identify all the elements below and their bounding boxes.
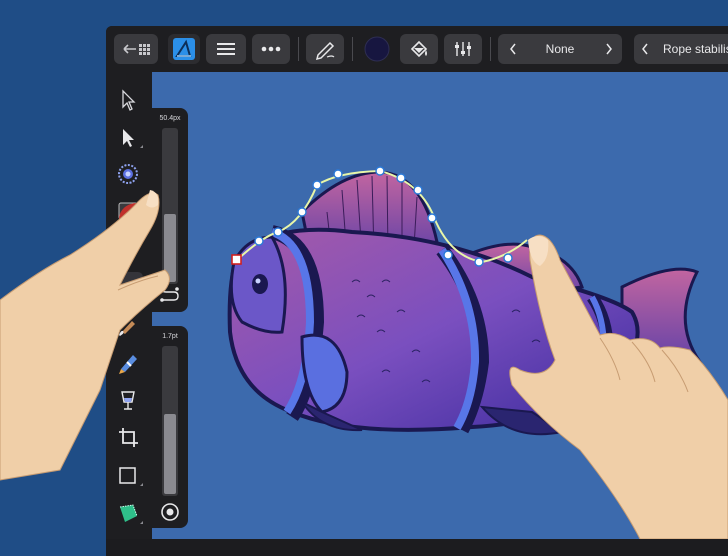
stroke-slider-fill bbox=[164, 414, 176, 494]
stabiliser-label: Rope stabilis bbox=[663, 42, 728, 56]
fill-bucket-icon bbox=[410, 40, 428, 58]
rectangle-tool-icon[interactable] bbox=[113, 460, 143, 490]
width-value: 50.4px bbox=[159, 115, 181, 122]
back-arrow-grid-icon bbox=[123, 44, 150, 55]
color-swatch bbox=[364, 36, 390, 62]
crop-tool-icon[interactable] bbox=[113, 422, 143, 452]
chevron-right-icon[interactable] bbox=[602, 34, 616, 64]
gradient-tool-icon[interactable] bbox=[113, 196, 143, 226]
vector-brush-tool-icon[interactable] bbox=[113, 347, 143, 377]
app-persona-button[interactable] bbox=[168, 34, 200, 64]
chevron-left-icon[interactable] bbox=[638, 34, 652, 64]
back-button[interactable] bbox=[114, 34, 158, 64]
affinity-designer-icon bbox=[173, 38, 195, 60]
stroke-slider-track[interactable] bbox=[162, 346, 178, 496]
pencil-tool-icon[interactable] bbox=[113, 272, 143, 302]
color-swatch-button[interactable] bbox=[362, 34, 392, 64]
hamburger-icon bbox=[217, 43, 235, 55]
width-slider-track[interactable] bbox=[162, 128, 178, 284]
width-slider-panel: 50.4px bbox=[152, 108, 188, 312]
adjust-button[interactable] bbox=[444, 34, 482, 64]
toolbar-divider bbox=[298, 37, 299, 61]
artboard-canvas[interactable] bbox=[152, 72, 728, 539]
fill-button[interactable] bbox=[400, 34, 438, 64]
top-toolbar: None Rope stabilis bbox=[106, 26, 728, 72]
stroke-slider-panel: 1.7pt bbox=[152, 326, 188, 528]
shape-tool-icon[interactable] bbox=[113, 498, 143, 528]
sliders-icon bbox=[455, 42, 471, 56]
pen-icon bbox=[315, 41, 335, 61]
menu-button[interactable] bbox=[206, 34, 246, 64]
move-tool-icon[interactable] bbox=[113, 85, 143, 115]
more-button[interactable] bbox=[252, 34, 290, 64]
target-icon[interactable] bbox=[152, 500, 188, 524]
toolbar-divider bbox=[352, 37, 353, 61]
toolbar-divider bbox=[490, 37, 491, 61]
node-tool-icon[interactable] bbox=[113, 122, 143, 152]
stroke-style-stepper[interactable]: None bbox=[498, 34, 622, 64]
stabiliser-stepper[interactable]: Rope stabilis bbox=[634, 34, 728, 64]
ellipsis-icon bbox=[261, 46, 281, 52]
stroke-style-value: None bbox=[545, 42, 575, 56]
stroke-value: 1.7pt bbox=[162, 333, 178, 340]
pressure-curve-icon[interactable] bbox=[152, 284, 188, 308]
width-slider-fill bbox=[164, 214, 176, 282]
pen-mode-button[interactable] bbox=[306, 34, 344, 64]
brush-tool-icon[interactable] bbox=[113, 310, 143, 340]
fish-illustration bbox=[227, 166, 703, 436]
fill-tool-icon[interactable] bbox=[113, 385, 143, 415]
color-picker-tool-icon[interactable] bbox=[113, 159, 143, 189]
